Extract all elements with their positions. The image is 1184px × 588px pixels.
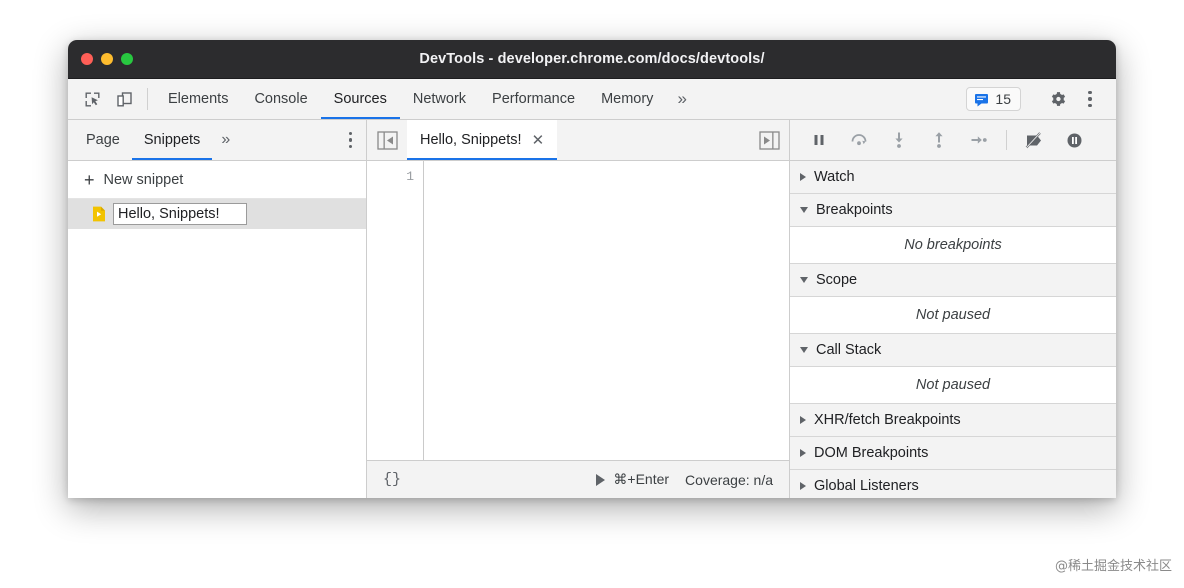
line-number-gutter: 1 xyxy=(367,161,424,460)
chevron-right-icon xyxy=(800,449,806,457)
debugger-sidebar: Watch Breakpoints No breakpoints Scope N… xyxy=(790,120,1116,498)
tab-memory[interactable]: Memory xyxy=(588,79,666,119)
navigator-tab-page[interactable]: Page xyxy=(74,120,132,160)
expand-debugger-icon[interactable] xyxy=(754,126,784,154)
device-toolbar-icon[interactable] xyxy=(108,79,140,119)
debugger-toolbar-divider xyxy=(1006,130,1007,150)
close-icon[interactable]: ✕ xyxy=(532,131,545,149)
chevron-right-icon xyxy=(800,416,806,424)
section-title: Global Listeners xyxy=(814,478,919,494)
list-item[interactable] xyxy=(68,199,366,229)
snippet-list xyxy=(68,199,366,498)
step-over-icon[interactable] xyxy=(840,125,878,155)
section-title: Scope xyxy=(816,272,857,288)
more-panels-chevron-icon[interactable]: » xyxy=(666,79,697,119)
step-into-icon[interactable] xyxy=(880,125,918,155)
devtools-body: Page Snippets » + New snippet xyxy=(68,120,1116,498)
issues-message-icon xyxy=(974,92,989,107)
section-header-breakpoints[interactable]: Breakpoints xyxy=(790,194,1116,227)
window-title: DevTools - developer.chrome.com/docs/dev… xyxy=(68,40,1116,79)
navigator-tab-snippets[interactable]: Snippets xyxy=(132,120,212,160)
new-snippet-button[interactable]: + New snippet xyxy=(68,161,366,199)
editor-tab-label: Hello, Snippets! xyxy=(420,132,522,148)
section-header-dom-breakpoints[interactable]: DOM Breakpoints xyxy=(790,437,1116,470)
inspect-element-icon[interactable] xyxy=(76,79,108,119)
section-header-scope[interactable]: Scope xyxy=(790,264,1116,297)
section-title: XHR/fetch Breakpoints xyxy=(814,412,961,428)
code-content[interactable] xyxy=(424,161,789,460)
chevron-down-icon xyxy=(800,347,808,353)
plus-icon: + xyxy=(84,171,95,189)
chevron-down-icon xyxy=(800,277,808,283)
devtools-main-toolbar: Elements Console Sources Network Perform… xyxy=(68,79,1116,120)
debugger-toolbar xyxy=(790,120,1116,161)
kebab-menu-icon[interactable] xyxy=(1074,91,1106,107)
section-title: Watch xyxy=(814,169,855,185)
tab-sources[interactable]: Sources xyxy=(321,79,400,119)
issues-badge[interactable]: 15 xyxy=(966,87,1021,111)
chevron-right-icon xyxy=(800,482,806,490)
navigator-kebab-menu-icon[interactable] xyxy=(349,120,366,160)
play-icon xyxy=(596,474,605,486)
section-header-xhr-fetch-breakpoints[interactable]: XHR/fetch Breakpoints xyxy=(790,404,1116,437)
section-header-global-listeners[interactable]: Global Listeners xyxy=(790,470,1116,498)
window-titlebar: DevTools - developer.chrome.com/docs/dev… xyxy=(68,40,1116,79)
new-snippet-label: New snippet xyxy=(104,172,184,188)
section-title: Call Stack xyxy=(816,342,881,358)
editor-status-right: ⌘+Enter Coverage: n/a xyxy=(596,471,773,488)
pause-icon[interactable] xyxy=(800,125,838,155)
debugger-sections: Watch Breakpoints No breakpoints Scope N… xyxy=(790,161,1116,498)
section-title: DOM Breakpoints xyxy=(814,445,928,461)
section-header-call-stack[interactable]: Call Stack xyxy=(790,334,1116,367)
navigator-more-chevron-icon[interactable]: » xyxy=(212,120,239,160)
watermark: @稀土掘金技术社区 xyxy=(1055,555,1172,574)
section-body-scope: Not paused xyxy=(790,297,1116,334)
navigator-tabbar: Page Snippets » xyxy=(68,120,366,161)
navigator-panel: Page Snippets » + New snippet xyxy=(68,120,367,498)
code-editor-area[interactable]: 1 xyxy=(367,161,789,460)
issues-count: 15 xyxy=(995,91,1011,107)
pretty-print-button[interactable]: {} xyxy=(383,471,401,488)
tab-console[interactable]: Console xyxy=(241,79,320,119)
devtools-toolbar-right: 15 xyxy=(966,79,1116,119)
devtools-panel-tabs: Elements Console Sources Network Perform… xyxy=(155,79,698,119)
tab-elements[interactable]: Elements xyxy=(155,79,241,119)
devtools-window: DevTools - developer.chrome.com/docs/dev… xyxy=(68,40,1116,498)
editor-tabbar: Hello, Snippets! ✕ xyxy=(367,120,789,161)
tab-network[interactable]: Network xyxy=(400,79,479,119)
tab-performance[interactable]: Performance xyxy=(479,79,588,119)
pause-on-exceptions-icon[interactable] xyxy=(1055,125,1093,155)
snippet-name-input[interactable] xyxy=(113,203,247,225)
section-body-breakpoints: No breakpoints xyxy=(790,227,1116,264)
editor-status-bar: {} ⌘+Enter Coverage: n/a xyxy=(367,460,789,498)
editor-panel: Hello, Snippets! ✕ 1 xyxy=(367,120,790,498)
section-body-call-stack: Not paused xyxy=(790,367,1116,404)
chevron-down-icon xyxy=(800,207,808,213)
coverage-label: Coverage: n/a xyxy=(685,472,773,488)
step-out-icon[interactable] xyxy=(920,125,958,155)
chevron-right-icon xyxy=(800,173,806,181)
editor-tab-hello-snippets[interactable]: Hello, Snippets! ✕ xyxy=(407,120,557,160)
editor-tabbar-spacer xyxy=(557,120,749,160)
run-shortcut-label: ⌘+Enter xyxy=(613,471,669,488)
section-title: Breakpoints xyxy=(816,202,893,218)
collapse-navigator-icon[interactable] xyxy=(372,126,402,154)
section-header-watch[interactable]: Watch xyxy=(790,161,1116,194)
step-icon[interactable] xyxy=(960,125,998,155)
line-number: 1 xyxy=(367,169,414,184)
gear-icon[interactable] xyxy=(1042,90,1074,108)
toolbar-divider xyxy=(147,88,148,110)
snippet-file-icon xyxy=(92,206,106,222)
run-snippet-button[interactable]: ⌘+Enter xyxy=(596,471,669,488)
deactivate-breakpoints-icon[interactable] xyxy=(1015,125,1053,155)
